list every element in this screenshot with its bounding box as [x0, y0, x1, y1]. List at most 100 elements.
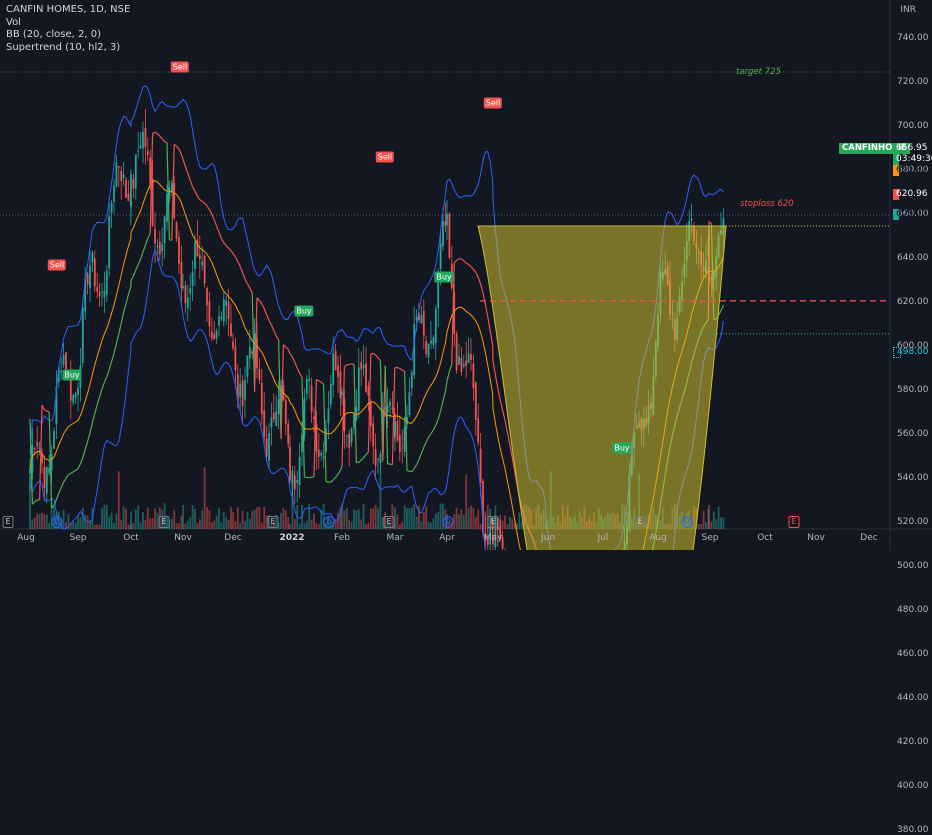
time-tick: Nov: [174, 533, 192, 543]
volume-bar: [511, 518, 513, 529]
supertrend-segment: [183, 159, 185, 166]
candle-body: [133, 179, 135, 189]
supertrend-segment: [136, 265, 138, 270]
volume-bar: [358, 509, 360, 529]
target-annotation: target 725: [736, 67, 781, 77]
volume-bar: [128, 525, 130, 529]
price-chart[interactable]: [0, 0, 932, 550]
volume-bar: [106, 505, 108, 529]
earnings-marker[interactable]: E: [268, 516, 279, 528]
time-tick: Aug: [649, 533, 667, 543]
candle-body: [213, 334, 215, 340]
candle-body: [232, 342, 234, 349]
volume-bar: [211, 522, 213, 529]
candle-body: [189, 288, 191, 293]
supertrend-segment: [400, 369, 402, 371]
supertrend-segment: [214, 220, 216, 227]
dividend-marker[interactable]: D: [324, 516, 335, 528]
volume-bar: [34, 517, 36, 529]
supertrend-segment: [195, 191, 197, 196]
supertrend-segment: [438, 411, 440, 419]
volume-bar: [316, 523, 318, 529]
volume-bar: [259, 507, 261, 529]
candle-body: [445, 221, 447, 225]
volume-bar: [313, 514, 315, 529]
supertrend-segment: [245, 279, 247, 284]
volume-bar: [280, 513, 282, 529]
candle-body: [458, 357, 460, 365]
candle-body: [211, 332, 213, 338]
candle-body: [235, 347, 237, 371]
price-tick: 500.00: [897, 561, 929, 571]
volume-bar: [468, 508, 470, 529]
earnings-marker[interactable]: E: [384, 516, 395, 528]
candle-body: [330, 384, 332, 405]
volume-bar: [401, 522, 403, 529]
volume-bar: [337, 512, 339, 529]
supertrend-segment: [235, 257, 237, 262]
candle-body: [154, 229, 156, 244]
price-tick: 740.00: [897, 33, 929, 43]
supertrend-segment: [417, 460, 419, 465]
candle-body: [178, 237, 180, 263]
candle-body: [351, 428, 353, 442]
volume-bar: [360, 519, 362, 529]
volume-bar: [433, 518, 435, 529]
volume-bar: [504, 515, 506, 529]
volume-bar: [703, 511, 705, 529]
candle-body: [206, 288, 208, 305]
supertrend-segment: [219, 232, 221, 238]
candle-body: [221, 317, 223, 318]
candle-body: [244, 380, 246, 400]
supertrend-segment: [97, 397, 99, 405]
supertrend-segment: [445, 381, 447, 392]
dividend-marker[interactable]: D: [443, 516, 454, 528]
candle-body: [435, 309, 437, 344]
volume-bar: [237, 507, 239, 529]
volume-bar: [299, 524, 301, 529]
volume-bar: [221, 522, 223, 529]
supertrend-segment: [471, 267, 473, 270]
candle-body: [440, 243, 442, 269]
supertrend-segment: [200, 200, 202, 202]
candle-body: [271, 417, 273, 427]
volume-bar: [351, 522, 353, 529]
supertrend-segment: [414, 465, 416, 469]
candle-body: [296, 480, 298, 483]
supertrend-segment: [297, 368, 299, 373]
legend-vol: Vol: [6, 17, 130, 30]
candle-body: [442, 221, 444, 246]
volume-bar: [154, 508, 156, 529]
supertrend-segment: [321, 382, 323, 384]
earnings-marker[interactable]: E: [488, 516, 499, 528]
earnings-marker[interactable]: E: [789, 516, 800, 528]
candle-body: [145, 128, 147, 147]
supertrend-segment: [433, 425, 435, 430]
candle-body: [368, 386, 370, 396]
candle-body: [77, 388, 79, 395]
supertrend-segment: [44, 410, 46, 411]
supertrend-segment: [493, 361, 495, 375]
supertrend-segment: [133, 270, 135, 276]
candle-body: [278, 399, 280, 414]
supertrend-segment: [250, 288, 252, 292]
candle-body: [99, 292, 101, 296]
supertrend-segment: [160, 136, 162, 139]
volume-bar: [244, 521, 246, 529]
volume-bar: [140, 522, 142, 529]
earnings-marker[interactable]: E: [3, 516, 14, 528]
candle-body: [89, 266, 91, 288]
earnings-marker[interactable]: E: [635, 516, 646, 528]
price-tick: 400.00: [897, 781, 929, 791]
legend-bb: BB (20, close, 2, 0): [6, 29, 130, 42]
volume-bar: [218, 508, 220, 529]
supertrend-segment: [190, 180, 192, 187]
sell-signal: Sell: [376, 152, 394, 163]
candle-body: [120, 171, 122, 181]
volume-bar: [320, 510, 322, 529]
earnings-marker[interactable]: E: [159, 516, 170, 528]
dividend-marker[interactable]: D: [52, 516, 63, 528]
time-tick: Mar: [387, 533, 404, 543]
dividend-marker[interactable]: D: [682, 516, 693, 528]
volume-bar: [44, 514, 46, 529]
